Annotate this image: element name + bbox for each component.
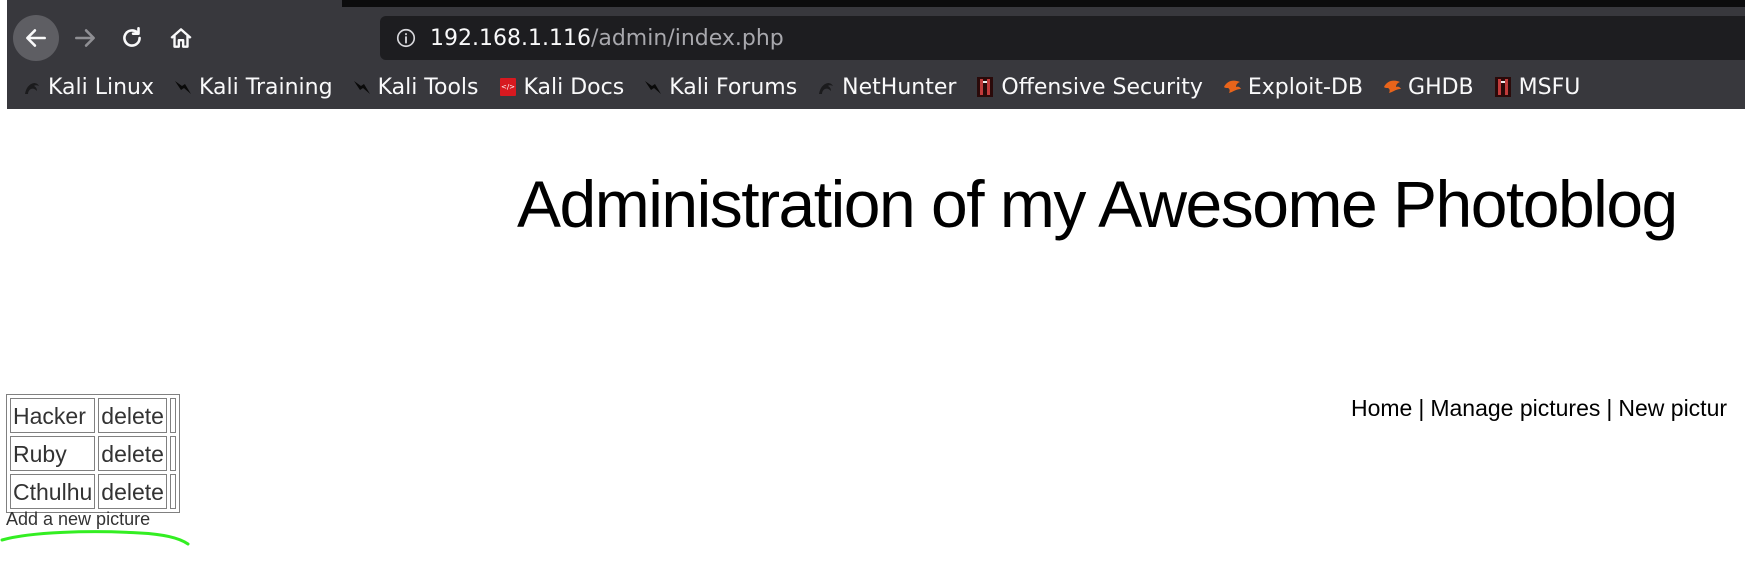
tab-strip [342,0,1745,7]
top-navigation: Home | Manage pictures | New pictur [1351,395,1727,422]
picture-name: Cthulhu [10,474,96,509]
kali-docs-icon: </> [498,77,518,97]
back-button[interactable] [13,15,59,61]
bookmark-exploit-db[interactable]: Exploit-DB [1222,75,1363,100]
kali-dragon-icon [643,77,663,97]
reload-button[interactable] [109,15,155,61]
exploit-db-icon [1382,77,1402,97]
table-row: Hacker delete [10,398,176,433]
offsec-icon [975,77,995,97]
reload-icon [123,26,141,47]
info-icon[interactable] [394,26,418,50]
kali-dragon-icon [816,77,836,97]
browser-chrome: 192.168.1.116/admin/index.php Kali Linux… [0,0,1745,109]
nav-separator: | [1418,395,1425,421]
table-row: Cthulhu delete [10,474,176,509]
page-title: Administration of my Awesome Photoblog [517,167,1678,241]
picture-thumbnail [169,398,176,433]
delete-cell: delete [98,398,167,433]
nav-home-link[interactable]: Home [1351,395,1412,421]
url-host: 192.168.1.116 [430,25,591,51]
svg-text:</>: </> [500,83,514,91]
bookmark-kali-docs[interactable]: </> Kali Docs [498,75,624,100]
kali-dragon-icon [352,77,372,97]
bookmarks-toolbar: Kali Linux Kali Training Kali Tools </> … [22,68,1599,106]
green-underline-annotation [0,530,190,546]
picture-name: Ruby [10,436,96,471]
delete-cell: delete [98,474,167,509]
arrow-right-icon [75,29,95,47]
delete-cell: delete [98,436,167,471]
nav-new-picture-link[interactable]: New pictur [1618,395,1727,421]
bookmark-kali-training[interactable]: Kali Training [173,75,333,100]
pictures-table: Hacker delete Ruby delete Cthulhu delete [6,394,180,513]
delete-link[interactable]: delete [101,479,164,505]
add-new-picture-link[interactable]: Add a new picture [6,509,150,530]
bookmark-kali-linux[interactable]: Kali Linux [22,75,154,100]
table-row: Ruby delete [10,436,176,471]
offsec-icon [1493,77,1513,97]
picture-thumbnail [169,474,176,509]
bookmark-msfu[interactable]: MSFU [1493,75,1580,100]
bookmark-kali-tools[interactable]: Kali Tools [352,75,479,100]
nav-manage-pictures-link[interactable]: Manage pictures [1430,395,1600,421]
kali-dragon-icon [22,77,42,97]
bookmark-kali-forums[interactable]: Kali Forums [643,75,797,100]
home-button[interactable] [158,15,204,61]
bookmark-nethunter[interactable]: NetHunter [816,75,956,100]
kali-dragon-icon [173,77,193,97]
home-icon [170,28,192,48]
delete-link[interactable]: delete [101,441,164,467]
nav-separator: | [1606,395,1613,421]
arrow-left-icon [26,29,46,47]
bookmark-ghdb[interactable]: GHDB [1382,75,1474,100]
url-bar[interactable]: 192.168.1.116/admin/index.php [380,16,1745,60]
forward-button[interactable] [62,15,108,61]
picture-thumbnail [169,436,176,471]
bookmark-offensive-security[interactable]: Offensive Security [975,75,1203,100]
url-path: /admin/index.php [590,25,784,51]
exploit-db-icon [1222,77,1242,97]
picture-name: Hacker [10,398,96,433]
delete-link[interactable]: delete [101,403,164,429]
